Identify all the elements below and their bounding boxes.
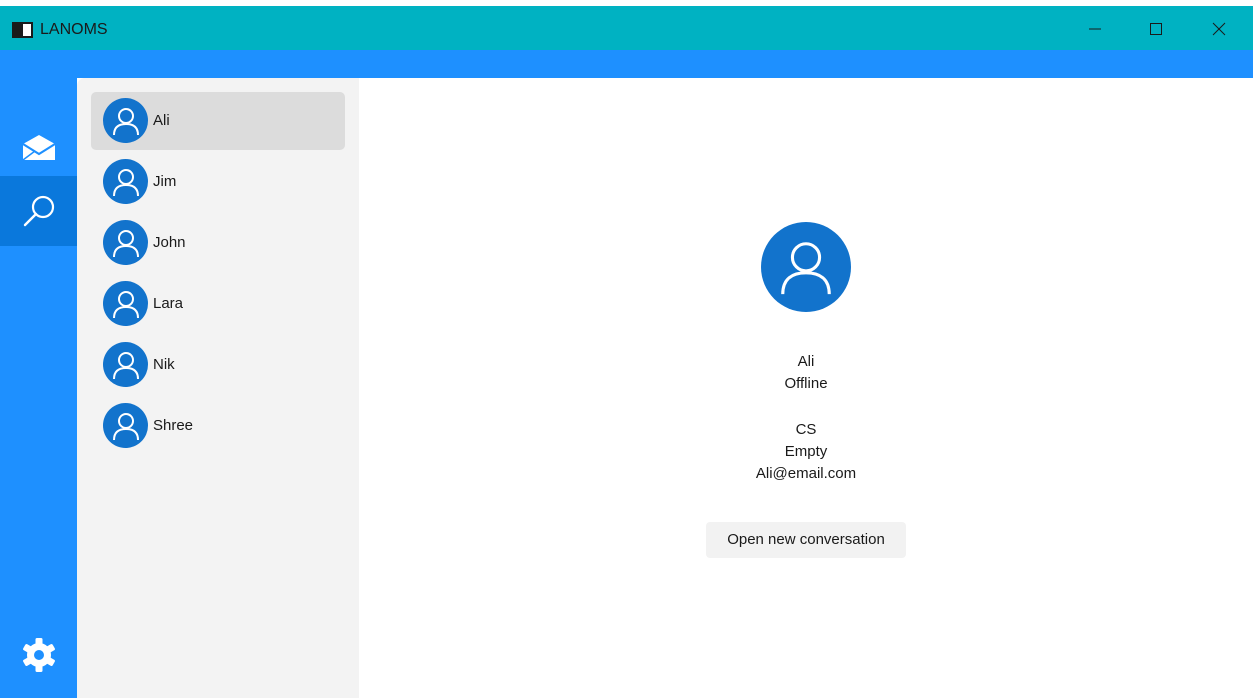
contact-name: Jim <box>153 173 177 190</box>
detail-description: Empty <box>784 443 828 460</box>
contact-detail-panel: Ali Offline CS Empty Ali@email.com Open … <box>359 78 1253 698</box>
contact-name: John <box>153 234 186 251</box>
envelope-icon <box>21 135 56 161</box>
user-icon <box>112 290 139 318</box>
avatar <box>103 98 148 143</box>
user-icon <box>112 229 139 257</box>
contact-item-lara[interactable]: Lara <box>91 275 345 333</box>
minimize-button[interactable] <box>1072 8 1118 50</box>
detail-department: CS <box>795 421 817 438</box>
title-bar-top-edge <box>0 0 1253 6</box>
contact-item-ali[interactable]: Ali <box>91 92 345 150</box>
left-nav <box>0 78 77 698</box>
search-icon <box>23 195 54 227</box>
maximize-icon <box>1150 23 1162 35</box>
user-icon <box>112 412 139 440</box>
detail-name: Ali <box>797 353 815 370</box>
detail-email: Ali@email.com <box>755 465 857 482</box>
nav-settings[interactable] <box>0 626 77 684</box>
nav-search[interactable] <box>0 176 77 246</box>
nav-messages[interactable] <box>0 118 77 176</box>
close-icon <box>1212 22 1226 36</box>
open-new-conversation-button[interactable]: Open new conversation <box>706 522 906 558</box>
avatar <box>103 342 148 387</box>
avatar <box>103 220 148 265</box>
header-strip <box>0 50 1253 78</box>
contact-name: Ali <box>153 112 170 129</box>
contacts-panel: Ali Jim John Lara Nik Shree <box>77 78 359 698</box>
close-button[interactable] <box>1196 8 1242 50</box>
minimize-icon <box>1089 28 1101 30</box>
contact-name: Shree <box>153 417 194 434</box>
title-bar: LANOMS <box>0 0 1253 50</box>
user-icon <box>112 107 139 135</box>
avatar <box>103 281 148 326</box>
app-window-icon <box>12 22 33 38</box>
user-icon <box>781 242 831 295</box>
user-icon <box>112 168 139 196</box>
maximize-button[interactable] <box>1133 8 1179 50</box>
gear-icon <box>22 638 55 672</box>
contact-name: Nik <box>153 356 175 373</box>
detail-avatar <box>761 222 851 312</box>
contact-item-jim[interactable]: Jim <box>91 153 345 211</box>
user-icon <box>112 351 139 379</box>
avatar <box>103 159 148 204</box>
detail-status: Offline <box>784 375 828 392</box>
contact-item-shree[interactable]: Shree <box>91 397 345 455</box>
contact-item-john[interactable]: John <box>91 214 345 272</box>
avatar <box>103 403 148 448</box>
window-title: LANOMS <box>40 21 108 38</box>
contact-item-nik[interactable]: Nik <box>91 336 345 394</box>
contact-name: Lara <box>153 295 184 312</box>
